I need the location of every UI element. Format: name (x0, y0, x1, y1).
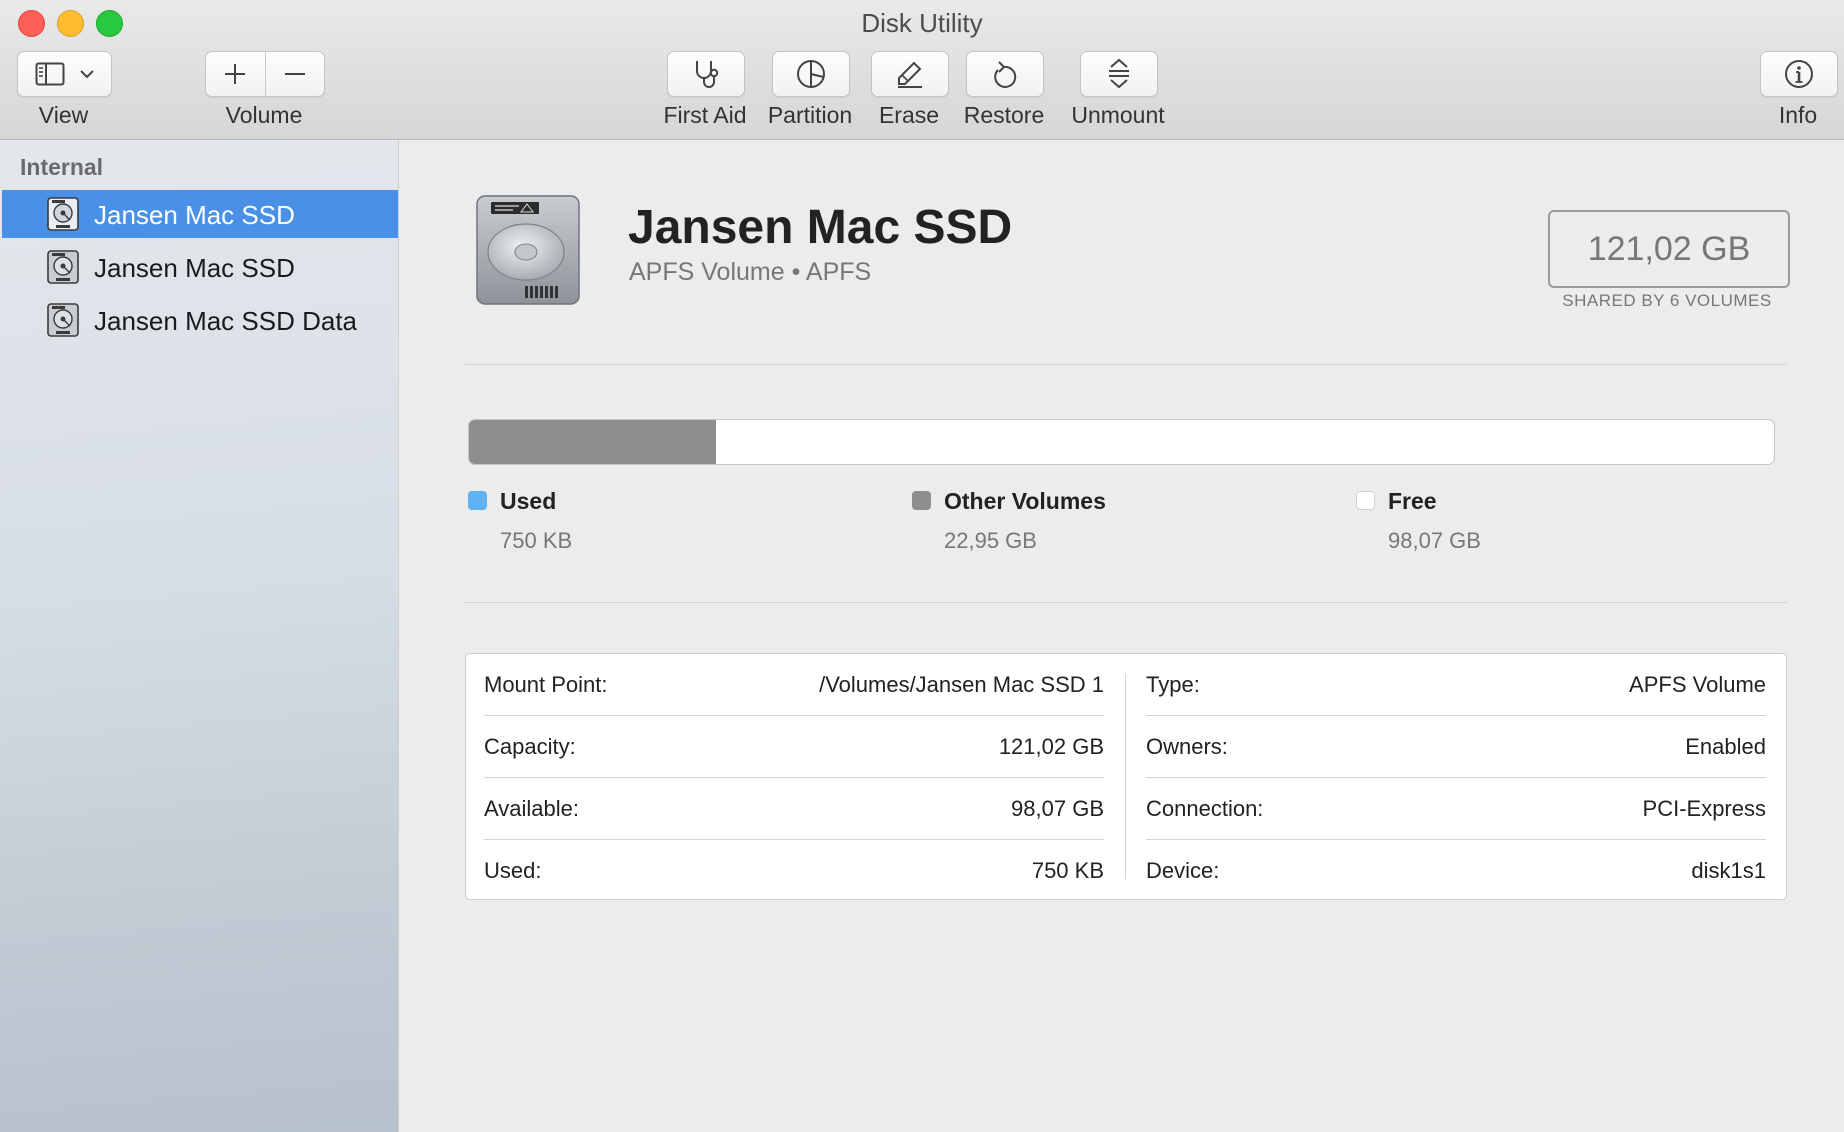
legend-other-label: Other Volumes (944, 488, 1106, 514)
legend-other-value: 22,95 GB (944, 528, 1037, 553)
legend-used-swatch (468, 491, 487, 510)
info-key: Available: (484, 796, 579, 821)
hard-disk-icon (46, 249, 80, 290)
column-divider (1125, 674, 1126, 879)
info-key: Device: (1146, 858, 1220, 883)
add-volume-button[interactable] (206, 52, 264, 96)
sidebar-item-label: Jansen Mac SSD (94, 253, 295, 283)
erase-button[interactable] (871, 51, 949, 97)
info-key: Connection: (1146, 796, 1264, 821)
info-value: APFS Volume (1629, 672, 1766, 697)
info-row-owners: Owners: Enabled (1146, 716, 1766, 778)
minus-icon (285, 73, 305, 75)
partition-label: Partition (767, 102, 853, 128)
remove-volume-button[interactable] (266, 52, 324, 96)
legend-other-swatch (912, 491, 931, 510)
info-key: Used: (484, 858, 542, 883)
legend-used-value: 750 KB (500, 528, 573, 553)
info-row-connection: Connection: PCI-Express (1146, 778, 1766, 840)
info-row-capacity: Capacity: 121,02 GB (484, 716, 1104, 778)
pencil-eraser-icon (898, 61, 922, 88)
unmount-label: Unmount (1071, 102, 1165, 128)
volume-label: Volume (225, 102, 303, 128)
sidebar-toggle-icon (35, 62, 65, 86)
pie-chart-icon (797, 60, 825, 88)
info-key: Owners: (1146, 734, 1228, 759)
restore-button[interactable] (966, 51, 1044, 97)
view-button[interactable] (17, 51, 112, 97)
sidebar: Internal Jansen Mac SSD Jansen Mac SSD J… (0, 140, 399, 1132)
info-value: 98,07 GB (1011, 796, 1104, 821)
usage-bar-other-volumes (469, 420, 717, 464)
hard-disk-icon (46, 302, 80, 343)
hard-disk-icon (46, 196, 80, 237)
plus-icon (225, 64, 245, 84)
legend-free-value: 98,07 GB (1388, 528, 1481, 553)
info-row-available: Available: 98,07 GB (484, 778, 1104, 840)
sidebar-item-jansen-mac-ssd[interactable]: Jansen Mac SSD (2, 243, 398, 291)
volume-segmented-control (205, 51, 325, 97)
info-row-type: Type: APFS Volume (1146, 654, 1766, 716)
volume-info-table: Mount Point: /Volumes/Jansen Mac SSD 1 C… (465, 653, 1787, 900)
sidebar-item-label: Jansen Mac SSD (94, 200, 295, 230)
info-key: Type: (1146, 672, 1200, 697)
erase-label: Erase (878, 102, 940, 128)
divider (465, 364, 1787, 365)
sidebar-item-label: Jansen Mac SSD Data (94, 306, 358, 336)
legend-used-label: Used (500, 488, 557, 514)
info-label: Info (1778, 102, 1818, 128)
info-value: 121,02 GB (998, 734, 1104, 759)
sidebar-item-jansen-mac-ssd-data[interactable]: Jansen Mac SSD Data (2, 296, 398, 344)
window-title: Disk Utility (861, 8, 983, 38)
info-row-used: Used: 750 KB (484, 840, 1104, 902)
info-row-mount-point: Mount Point: /Volumes/Jansen Mac SSD 1 (484, 654, 1104, 716)
info-value: Enabled (1685, 734, 1766, 759)
first-aid-button[interactable] (667, 51, 745, 97)
info-button[interactable] (1760, 51, 1838, 97)
info-key: Capacity: (484, 734, 576, 759)
restore-label: Restore (963, 102, 1045, 128)
info-icon (1785, 60, 1813, 88)
info-row-device: Device: disk1s1 (1146, 840, 1766, 902)
capacity-box: 121,02 GB (1548, 210, 1790, 288)
usage-bar (468, 419, 1775, 465)
stethoscope-icon (696, 61, 719, 88)
chevron-down-icon (79, 69, 95, 79)
volume-detail-pane: Jansen Mac SSD APFS Volume • APFS 121,02… (399, 140, 1844, 1132)
partition-button[interactable] (772, 51, 850, 97)
divider (465, 602, 1787, 603)
volume-subtitle: APFS Volume • APFS (629, 258, 872, 286)
info-column-left: Mount Point: /Volumes/Jansen Mac SSD 1 C… (466, 654, 1104, 899)
sidebar-item-jansen-mac-ssd-selected[interactable]: Jansen Mac SSD (2, 190, 398, 238)
capacity-caption: SHARED BY 6 VOLUMES (1562, 291, 1772, 310)
info-value: 750 KB (1031, 858, 1104, 883)
disk-utility-window: Disk Utility View Volume First Aid Parti… (0, 0, 1844, 1132)
eject-icon (1109, 58, 1129, 89)
large-hard-disk-icon (469, 190, 587, 313)
view-label: View (38, 102, 89, 128)
unmount-button[interactable] (1080, 51, 1158, 97)
restore-arrow-icon (994, 61, 1017, 88)
first-aid-label: First Aid (663, 102, 747, 128)
legend-free-label: Free (1388, 488, 1437, 514)
info-key: Mount Point: (484, 672, 608, 697)
toolbar: Disk Utility View Volume First Aid Parti… (0, 0, 1844, 140)
info-value: disk1s1 (1691, 858, 1766, 883)
volume-name: Jansen Mac SSD (628, 201, 1013, 254)
legend-free-swatch (1356, 491, 1375, 510)
info-column-right: Type: APFS Volume Owners: Enabled Connec… (1128, 654, 1766, 899)
info-value: PCI-Express (1642, 796, 1766, 821)
sidebar-section-internal: Internal (20, 154, 104, 180)
info-value: /Volumes/Jansen Mac SSD 1 (819, 672, 1104, 697)
